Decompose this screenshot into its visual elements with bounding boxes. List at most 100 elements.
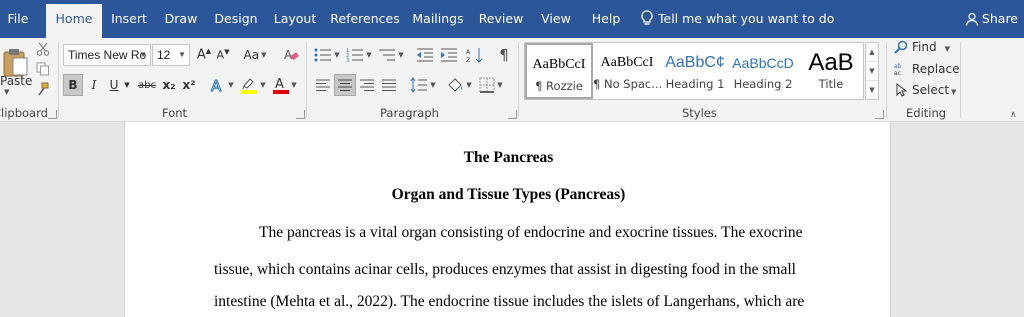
- text-effects-icon: A: [211, 77, 223, 93]
- lightbulb-icon: [641, 10, 653, 25]
- subscript-button[interactable]: x₂: [160, 74, 178, 96]
- style-heading-1[interactable]: AaBbC¢ Heading 1: [661, 43, 729, 99]
- show-formatting-button[interactable]: ¶: [494, 44, 514, 66]
- underline-button[interactable]: U: [106, 74, 122, 96]
- superscript-button[interactable]: x²: [180, 74, 198, 96]
- align-center-button[interactable]: [334, 74, 356, 96]
- replace-icon: abac: [894, 63, 902, 77]
- line-spacing-button[interactable]: ▼: [408, 74, 438, 96]
- select-button[interactable]: Select ▼: [894, 82, 956, 97]
- tab-insert[interactable]: Insert: [108, 0, 150, 38]
- clipboard-launcher-icon[interactable]: [48, 110, 57, 119]
- shading-button[interactable]: ▼: [444, 74, 474, 96]
- chevron-down-icon: ▼: [430, 81, 436, 89]
- group-divider: [886, 42, 887, 118]
- scroll-down-icon[interactable]: ▼: [866, 62, 878, 81]
- paragraph-line: tissue, which contains acinar cells, pro…: [214, 261, 796, 278]
- style-no-spacing[interactable]: AaBbCcI ¶ No Spac...: [593, 43, 661, 99]
- format-painter-button[interactable]: [34, 80, 52, 98]
- text-effects-button[interactable]: A ▼: [208, 74, 236, 96]
- chevron-down-icon: ▼: [466, 81, 472, 89]
- document-page[interactable]: The Pancreas Organ and Tissue Types (Pan…: [124, 122, 891, 317]
- editing-group-label: Editing: [906, 106, 947, 120]
- chevron-down-icon: ▼: [260, 81, 266, 89]
- more-styles-icon[interactable]: ▼: [866, 81, 878, 100]
- group-divider: [960, 42, 961, 118]
- font-group-label: Font: [162, 106, 188, 120]
- font-launcher-icon[interactable]: [296, 110, 305, 119]
- style-rozzie[interactable]: AaBbCcI ¶ Rozzie: [525, 43, 593, 99]
- chevron-down-icon: ▼: [261, 51, 267, 59]
- font-color-button[interactable]: A ▼: [270, 74, 300, 96]
- find-button[interactable]: Find ▼: [894, 40, 950, 54]
- style-sample: AaBbCcI: [532, 57, 586, 72]
- grow-font-icon: A▲: [196, 47, 212, 63]
- strikethrough-button[interactable]: abc: [136, 74, 158, 96]
- style-name: Heading 2: [733, 77, 793, 91]
- clipboard-group-text: Clipboard: [0, 106, 48, 120]
- tab-mailings[interactable]: Mailings: [410, 0, 466, 38]
- tab-draw[interactable]: Draw: [160, 0, 202, 38]
- share-label: Share: [981, 11, 1018, 26]
- italic-button[interactable]: I: [86, 74, 102, 96]
- tab-review[interactable]: Review: [476, 0, 526, 38]
- paste-dropdown-icon[interactable]: ▼: [4, 88, 9, 96]
- styles-launcher-icon[interactable]: [875, 110, 884, 119]
- section-heading: Organ and Tissue Types (Pancreas): [391, 186, 626, 203]
- sort-button[interactable]: AZ: [464, 44, 486, 66]
- chevron-down-icon: ▼: [178, 50, 186, 59]
- highlighter-icon: [241, 78, 258, 94]
- scroll-up-icon[interactable]: ▲: [866, 43, 878, 62]
- tab-help[interactable]: Help: [586, 0, 626, 38]
- group-divider: [518, 42, 519, 118]
- decrease-indent-button[interactable]: [414, 44, 436, 66]
- style-sample: AaB: [808, 49, 854, 76]
- multilevel-list-button[interactable]: ▼: [376, 44, 406, 66]
- grow-font-button[interactable]: A▲: [195, 44, 213, 66]
- tab-view[interactable]: View: [536, 0, 576, 38]
- style-name: Title: [818, 77, 844, 91]
- tab-layout[interactable]: Layout: [270, 0, 320, 38]
- tab-file[interactable]: File: [0, 0, 36, 38]
- copy-button[interactable]: [34, 60, 52, 78]
- align-left-button[interactable]: [312, 74, 334, 96]
- cut-button[interactable]: [34, 40, 52, 58]
- bold-button[interactable]: B: [63, 74, 83, 96]
- bullets-button[interactable]: ▼: [312, 44, 342, 66]
- increase-indent-button[interactable]: [438, 44, 460, 66]
- svg-text:3: 3: [346, 58, 349, 63]
- search-icon: [894, 40, 908, 54]
- change-case-label: Aa: [243, 48, 260, 62]
- tab-references[interactable]: References: [330, 0, 400, 38]
- underline-dropdown-icon[interactable]: ▼: [122, 74, 132, 96]
- justify-button[interactable]: [378, 74, 400, 96]
- find-label: Find: [912, 40, 937, 54]
- font-size-dropdown[interactable]: 12 ▼: [152, 44, 190, 66]
- paint-bucket-icon: [448, 78, 463, 92]
- clear-formatting-button[interactable]: A: [280, 44, 302, 66]
- align-right-button[interactable]: [356, 74, 378, 96]
- bullet-list-icon: [314, 48, 332, 62]
- style-title[interactable]: AaB Title: [797, 43, 865, 99]
- shrink-font-icon: A▼: [216, 48, 230, 62]
- change-case-button[interactable]: Aa ▼: [240, 44, 270, 66]
- style-heading-2[interactable]: AaBbCcD Heading 2: [729, 43, 797, 99]
- paragraph-launcher-icon[interactable]: [508, 110, 517, 119]
- clipboard-group-label: Clipboard: [0, 106, 48, 120]
- font-name-value: Times New Ro: [68, 48, 147, 62]
- collapse-ribbon-icon[interactable]: ∧: [1010, 110, 1017, 120]
- replace-button[interactable]: ab ac Replace: [894, 62, 959, 77]
- tab-home[interactable]: Home: [46, 4, 102, 38]
- shrink-font-button[interactable]: A▼: [214, 44, 232, 66]
- numbering-button[interactable]: 1 2 3 ▼: [344, 44, 374, 66]
- svg-text:A: A: [284, 48, 293, 62]
- chevron-down-icon: ▼: [334, 51, 340, 59]
- chevron-down-icon: ▼: [139, 50, 147, 59]
- highlight-button[interactable]: ▼: [238, 74, 268, 96]
- share-button[interactable]: Share: [965, 0, 1018, 38]
- tab-design[interactable]: Design: [212, 0, 260, 38]
- font-name-dropdown[interactable]: Times New Ro ▼: [63, 44, 151, 66]
- paragraph-line: The pancreas is a vital organ consisting…: [259, 224, 803, 241]
- borders-button[interactable]: ▼: [476, 74, 506, 96]
- tell-me-search[interactable]: Tell me what you want to do: [640, 0, 834, 38]
